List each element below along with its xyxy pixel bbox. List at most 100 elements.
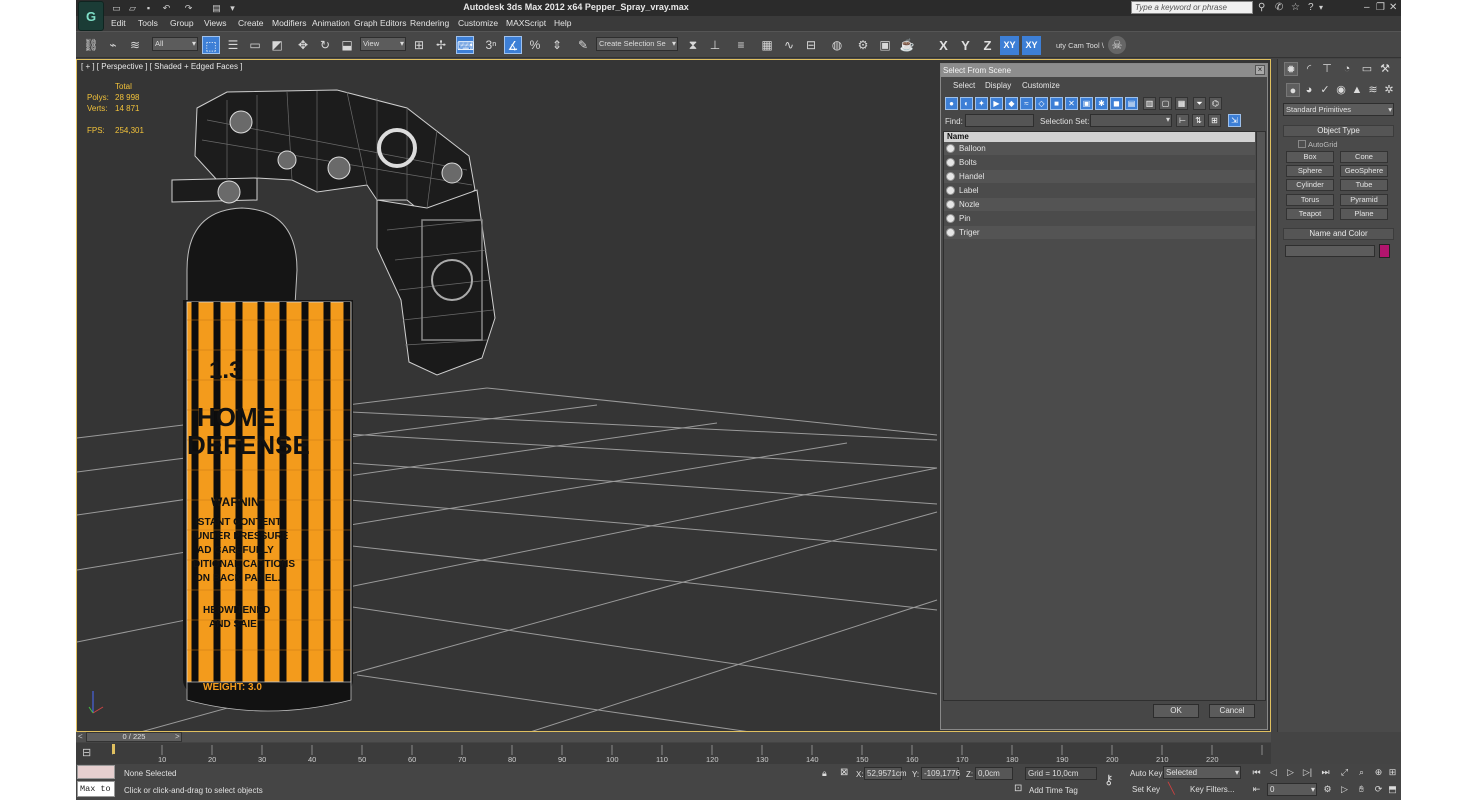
filter-icon[interactable]: ⏷ <box>1193 97 1206 110</box>
zoom-icon[interactable]: ⌕ <box>1355 766 1368 779</box>
menu-views[interactable]: Views <box>204 18 227 28</box>
time-configuration-icon[interactable]: ⚙ <box>1321 783 1334 796</box>
shapes-category-icon[interactable]: ◕ <box>1302 83 1316 97</box>
maximize-viewport-icon[interactable]: ⬒ <box>1386 783 1399 796</box>
sort-icon[interactable]: ⇅ <box>1192 114 1205 127</box>
select-none-icon[interactable]: ▢ <box>1159 97 1172 110</box>
menu-help[interactable]: Help <box>554 18 571 28</box>
display-xrefs-icon[interactable]: ■ <box>1050 97 1063 110</box>
unlink-icon[interactable]: ⌁ <box>104 36 122 54</box>
menu-modifiers[interactable]: Modifiers <box>272 18 306 28</box>
columns-icon[interactable]: ⊞ <box>1208 114 1221 127</box>
find-input[interactable] <box>965 114 1034 127</box>
absolute-mode-icon[interactable]: ⊠ <box>840 767 848 778</box>
spinner-snap-icon[interactable]: ⇕ <box>548 36 566 54</box>
dialog-title[interactable]: Select From Scene <box>941 64 1267 77</box>
favorites-star-icon[interactable]: ☆ <box>1291 2 1300 14</box>
teapot-button[interactable]: Teapot <box>1286 208 1334 220</box>
zoom-all-icon[interactable]: ⊕ <box>1372 766 1385 779</box>
align-icon[interactable]: ⊥ <box>706 36 724 54</box>
schematic-view-icon[interactable]: ⊟ <box>802 36 820 54</box>
x-coordinate-field[interactable]: 52,9571cm <box>864 767 907 780</box>
name-and-color-rollout[interactable]: Name and Color <box>1283 228 1394 240</box>
geosphere-button[interactable]: GeoSphere <box>1340 165 1388 177</box>
y-coordinate-field[interactable]: -109,1776 <box>921 767 960 780</box>
render-production-icon[interactable]: ☕ <box>898 36 916 54</box>
viewport-label-menu[interactable]: [ + ] [ Perspective ] [ Shaded + Edged F… <box>81 62 242 71</box>
display-space-warps-icon[interactable]: ≈ <box>1020 97 1033 110</box>
reference-coordinate-dropdown[interactable]: View <box>360 37 406 51</box>
time-tag-icon[interactable]: ⊡ <box>1014 783 1022 794</box>
display-cameras-icon[interactable]: ▶ <box>990 97 1003 110</box>
percent-snap-icon[interactable]: % <box>526 36 544 54</box>
list-item[interactable]: Nozle <box>944 198 1255 211</box>
cam-tool-label[interactable]: uty Cam Tool \ <box>1056 41 1104 50</box>
select-invert-icon[interactable]: ▦ <box>1175 97 1188 110</box>
geometry-category-icon[interactable]: ● <box>1286 83 1300 97</box>
pyramid-button[interactable]: Pyramid <box>1340 194 1388 206</box>
maxscript-listener-input[interactable] <box>77 765 115 779</box>
selection-lock-icon[interactable]: 🔒︎ <box>822 768 827 779</box>
key-mode-dropdown[interactable]: Selected <box>1163 766 1241 779</box>
field-of-view-icon[interactable]: ▷ <box>1338 783 1351 796</box>
selection-filter-dropdown[interactable]: All <box>152 37 198 51</box>
menu-graph-editors[interactable]: Graph Editors <box>354 18 406 28</box>
app-logo-icon[interactable]: G <box>78 1 104 31</box>
torus-button[interactable]: Torus <box>1286 194 1334 206</box>
scene-object-list[interactable]: Name Balloon Bolts Handel Label Nozle Pi… <box>943 131 1266 701</box>
key-filters-button[interactable]: Key Filters... <box>1190 783 1234 796</box>
auto-key-button[interactable]: Auto Key <box>1130 767 1162 780</box>
menu-customize[interactable]: Customize <box>458 18 498 28</box>
key-filter-pencil-icon[interactable]: ╲ <box>1168 782 1175 795</box>
display-bones-icon[interactable]: ✕ <box>1065 97 1078 110</box>
object-type-rollout[interactable]: Object Type <box>1283 125 1394 137</box>
display-lights-icon[interactable]: ✦ <box>975 97 988 110</box>
current-frame-field[interactable]: 0 <box>1267 783 1317 796</box>
ok-button[interactable]: OK <box>1153 704 1199 718</box>
scale-icon[interactable]: ⬓ <box>338 36 356 54</box>
previous-frame-icon[interactable]: ◁ <box>1267 766 1280 779</box>
curve-editor-icon[interactable]: ∿ <box>780 36 798 54</box>
name-column-header[interactable]: Name <box>944 132 1255 142</box>
menu-edit[interactable]: Edit <box>111 18 126 28</box>
cone-button[interactable]: Cone <box>1340 151 1388 163</box>
selection-set-dropdown[interactable] <box>1090 114 1172 127</box>
autogrid-checkbox[interactable] <box>1298 140 1306 148</box>
go-to-start-icon[interactable]: ⏮ <box>1250 766 1263 779</box>
display-frozen-icon[interactable]: ✱ <box>1095 97 1108 110</box>
pivot-center-icon[interactable]: ⊞ <box>410 36 428 54</box>
box-button[interactable]: Box <box>1286 151 1334 163</box>
dialog-menu-select[interactable]: Select <box>953 81 975 90</box>
display-tab-icon[interactable]: ▭ <box>1360 62 1374 76</box>
pan-icon[interactable]: ✋︎ <box>1355 783 1368 796</box>
key-mode-toggle-icon[interactable]: ⇤ <box>1250 783 1263 796</box>
space-warps-category-icon[interactable]: ≋ <box>1366 83 1380 97</box>
filter-options-icon[interactable]: ⌬ <box>1209 97 1222 110</box>
list-item[interactable]: Triger <box>944 226 1255 239</box>
display-all-icon[interactable]: ▤ <box>1125 97 1138 110</box>
object-name-input[interactable] <box>1285 245 1375 257</box>
graphite-ribbon-icon[interactable]: ▦ <box>758 36 776 54</box>
tube-button[interactable]: Tube <box>1340 179 1388 191</box>
search-input[interactable]: Type a keyword or phrase <box>1131 1 1253 14</box>
sphere-button[interactable]: Sphere <box>1286 165 1334 177</box>
minimize-window-icon[interactable]: – <box>1364 2 1370 14</box>
display-containers-icon[interactable]: ▣ <box>1080 97 1093 110</box>
helpers-category-icon[interactable]: ▲ <box>1350 83 1364 97</box>
select-by-name-icon[interactable]: ☰ <box>224 36 242 54</box>
display-shapes-icon[interactable]: ◐ <box>960 97 973 110</box>
motion-tab-icon[interactable]: ◔ <box>1340 62 1354 76</box>
window-crossing-icon[interactable]: ◩ <box>268 36 286 54</box>
play-icon[interactable]: ▷ <box>1284 766 1297 779</box>
rotate-icon[interactable]: ↻ <box>316 36 334 54</box>
cam-tool-skull-icon[interactable]: ☠ <box>1108 36 1126 54</box>
systems-category-icon[interactable]: ✲ <box>1382 83 1396 97</box>
mirror-icon[interactable]: ⧗ <box>684 36 702 54</box>
menu-tools[interactable]: Tools <box>138 18 158 28</box>
rectangular-selection-icon[interactable]: ▭ <box>246 36 264 54</box>
time-slider-next-icon[interactable]: > <box>175 732 180 741</box>
time-slider[interactable]: 0 / 225 <box>86 732 182 742</box>
hierarchy-mode-icon[interactable]: ⊢ <box>1176 114 1189 127</box>
add-time-tag-button[interactable]: Add Time Tag <box>1029 784 1078 797</box>
select-all-icon[interactable]: ▥ <box>1143 97 1156 110</box>
